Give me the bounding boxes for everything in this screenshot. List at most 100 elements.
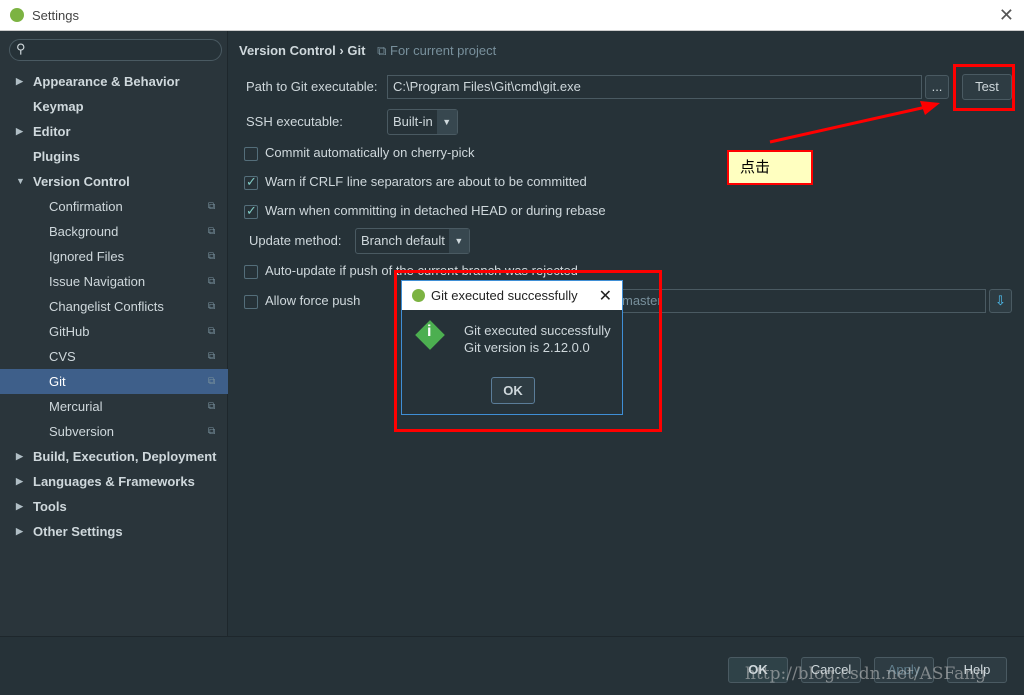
sidebar-item-label: Mercurial bbox=[49, 399, 103, 414]
cancel-button[interactable]: Cancel bbox=[801, 657, 861, 683]
sidebar-item-tools[interactable]: ▶ Tools bbox=[0, 494, 228, 519]
sidebar-item-changelist-conflicts[interactable]: Changelist Conflicts ⧉ bbox=[0, 294, 228, 319]
title-bar: Settings ✕ bbox=[0, 0, 1024, 31]
sidebar-item-cvs[interactable]: CVS ⧉ bbox=[0, 344, 228, 369]
annotation-note: 点击 bbox=[727, 150, 813, 185]
sidebar-item-mercurial[interactable]: Mercurial ⧉ bbox=[0, 394, 228, 419]
sidebar-item-label: Keymap bbox=[33, 99, 84, 114]
sidebar-item-label: GitHub bbox=[49, 324, 90, 339]
ssh-select[interactable]: Built-in ▼ bbox=[387, 109, 458, 135]
add-branch-icon[interactable]: ⇩ bbox=[989, 289, 1012, 313]
sidebar-item-keymap[interactable]: Keymap bbox=[0, 94, 228, 119]
project-scope-icon: ⧉ bbox=[208, 326, 216, 337]
sidebar-item-version-control[interactable]: ▼ Version Control bbox=[0, 169, 228, 194]
chevron-down-icon: ▼ bbox=[448, 229, 469, 253]
sidebar-item-build-execution-deployment[interactable]: ▶ Build, Execution, Deployment bbox=[0, 444, 228, 469]
annotation-arrow-icon bbox=[769, 101, 940, 144]
sidebar-item-ignored-files[interactable]: Ignored Files ⧉ bbox=[0, 244, 228, 269]
checkbox-label: Warn when committing in detached HEAD or… bbox=[265, 203, 606, 218]
sidebar-item-label: Languages & Frameworks bbox=[33, 474, 195, 489]
project-scope-icon: ⧉ bbox=[208, 201, 216, 212]
checkbox-label: Commit automatically on cherry-pick bbox=[265, 145, 475, 160]
project-scope-icon: ⧉ bbox=[208, 351, 216, 362]
sidebar-item-label: Issue Navigation bbox=[49, 274, 146, 289]
ok-button[interactable]: OK bbox=[728, 657, 788, 683]
ssh-value: Built-in bbox=[393, 114, 433, 129]
checkbox-force-push[interactable]: Allow force push bbox=[244, 293, 360, 309]
sidebar-item-subversion[interactable]: Subversion ⧉ bbox=[0, 419, 228, 444]
sidebar-item-label: Confirmation bbox=[49, 199, 123, 214]
breadcrumb-separator: › bbox=[339, 43, 344, 58]
help-button[interactable]: Help bbox=[947, 657, 1007, 683]
settings-tree: ▶ Appearance & Behavior Keymap ▶ Editor Plugi… bbox=[0, 69, 228, 544]
apply-button[interactable]: Apply bbox=[874, 657, 934, 683]
sidebar-item-label: CVS bbox=[49, 349, 76, 364]
search-icon: ⚲ bbox=[16, 41, 26, 56]
checkbox-label: Allow force push bbox=[265, 293, 361, 308]
sidebar-item-label: Subversion bbox=[49, 424, 115, 439]
sidebar-item-label: Other Settings bbox=[33, 524, 123, 539]
close-window-button[interactable]: ✕ bbox=[999, 5, 1014, 26]
collapsed-arrow-icon[interactable]: ▶ bbox=[16, 494, 23, 519]
collapsed-arrow-icon[interactable]: ▶ bbox=[16, 119, 23, 144]
sidebar: ⚲ ▶ Appearance & Behavior Keymap ▶ Editor Plu… bbox=[0, 31, 228, 636]
checkbox-cherry-pick[interactable]: Commit automatically on cherry-pick bbox=[244, 145, 475, 161]
sidebar-item-other-settings[interactable]: ▶ Other Settings bbox=[0, 519, 228, 544]
path-label: Path to Git executable: bbox=[246, 79, 378, 94]
checkbox[interactable] bbox=[244, 203, 258, 219]
sidebar-item-label: Tools bbox=[33, 499, 67, 514]
protected-branches-input[interactable]: master bbox=[609, 289, 986, 313]
sidebar-item-label: Build, Execution, Deployment bbox=[33, 449, 217, 464]
annotation-highlight-test bbox=[953, 64, 1015, 111]
breadcrumb: Version Control › Git ⧉ For current proj… bbox=[239, 43, 496, 59]
project-scope-icon: ⧉ bbox=[208, 301, 216, 312]
checkbox[interactable] bbox=[244, 294, 258, 309]
project-scope-icon: ⧉ bbox=[208, 376, 216, 387]
chevron-down-icon: ▼ bbox=[436, 110, 457, 134]
project-scope-icon: ⧉ bbox=[208, 226, 216, 237]
sidebar-item-confirmation[interactable]: Confirmation ⧉ bbox=[0, 194, 228, 219]
project-scope-icon: ⧉ bbox=[377, 43, 387, 58]
sidebar-item-label: Editor bbox=[33, 124, 71, 139]
sidebar-item-editor[interactable]: ▶ Editor bbox=[0, 119, 228, 144]
checkbox[interactable] bbox=[244, 264, 258, 279]
ssh-label: SSH executable: bbox=[246, 114, 343, 129]
checkbox-detached-head[interactable]: Warn when committing in detached HEAD or… bbox=[244, 203, 606, 219]
project-scope-icon: ⧉ bbox=[208, 401, 216, 412]
collapsed-arrow-icon[interactable]: ▶ bbox=[16, 519, 23, 544]
window-title: Settings bbox=[32, 7, 79, 23]
project-scope-icon: ⧉ bbox=[208, 276, 216, 287]
collapsed-arrow-icon[interactable]: ▶ bbox=[16, 444, 23, 469]
sidebar-item-languages-frameworks[interactable]: ▶ Languages & Frameworks bbox=[0, 469, 228, 494]
sidebar-item-label: Version Control bbox=[33, 174, 130, 189]
breadcrumb-parent: Version Control bbox=[239, 43, 336, 58]
update-method-value: Branch default bbox=[361, 233, 445, 248]
annotation-highlight-dialog bbox=[394, 270, 662, 432]
update-method-label: Update method: bbox=[249, 233, 342, 248]
sidebar-item-label: Changelist Conflicts bbox=[49, 299, 164, 314]
checkbox[interactable] bbox=[244, 146, 258, 161]
sidebar-item-label: Git bbox=[49, 374, 66, 389]
project-scope-icon: ⧉ bbox=[208, 426, 216, 437]
sidebar-item-label: Background bbox=[49, 224, 119, 239]
sidebar-item-plugins[interactable]: Plugins bbox=[0, 144, 228, 169]
checkbox[interactable] bbox=[244, 174, 258, 190]
sidebar-item-git[interactable]: Git ⧉ bbox=[0, 369, 228, 394]
sidebar-item-appearance-behavior[interactable]: ▶ Appearance & Behavior bbox=[0, 69, 228, 94]
sidebar-item-background[interactable]: Background ⧉ bbox=[0, 219, 228, 244]
sidebar-item-label: Ignored Files bbox=[49, 249, 125, 264]
collapsed-arrow-icon[interactable]: ▶ bbox=[16, 469, 23, 494]
sidebar-item-github[interactable]: GitHub ⧉ bbox=[0, 319, 228, 344]
sidebar-item-label: Plugins bbox=[33, 149, 80, 164]
checkbox-label: Warn if CRLF line separators are about t… bbox=[265, 174, 587, 189]
checkbox-crlf[interactable]: Warn if CRLF line separators are about t… bbox=[244, 174, 587, 190]
scope-label: For current project bbox=[390, 43, 497, 58]
expanded-arrow-icon[interactable]: ▼ bbox=[16, 169, 25, 194]
android-studio-logo-icon bbox=[10, 8, 24, 22]
project-scope-icon: ⧉ bbox=[208, 251, 216, 262]
sidebar-item-label: Appearance & Behavior bbox=[33, 74, 180, 89]
search-input[interactable]: ⚲ bbox=[9, 39, 222, 61]
update-method-select[interactable]: Branch default ▼ bbox=[355, 228, 470, 254]
sidebar-item-issue-navigation[interactable]: Issue Navigation ⧉ bbox=[0, 269, 228, 294]
collapsed-arrow-icon[interactable]: ▶ bbox=[16, 69, 23, 94]
